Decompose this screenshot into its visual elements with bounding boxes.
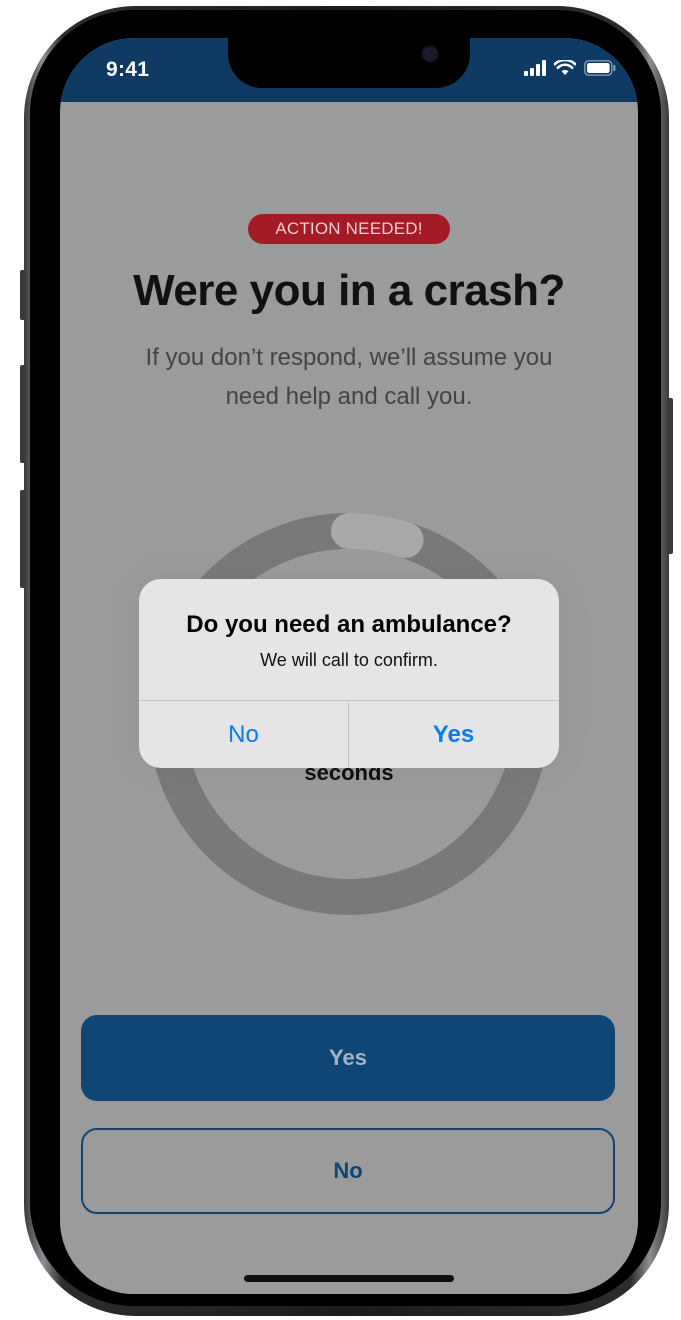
power-button [667,398,673,554]
volume-up-button [20,365,26,463]
no-button[interactable]: No [81,1128,615,1214]
alert-message: We will call to confirm. [260,650,438,670]
silent-switch [20,270,26,320]
home-indicator[interactable] [244,1275,454,1282]
phone-screen: 9:41 ACTION NEEDED! Were you in a crash?… [60,38,638,1294]
yes-button[interactable]: Yes [81,1015,615,1101]
alert-yes-button[interactable]: Yes [349,701,558,768]
ambulance-alert-dialog: Do you need an ambulance? We will call t… [139,579,559,768]
volume-down-button [20,490,26,588]
alert-no-button[interactable]: No [139,701,348,768]
alert-title: Do you need an ambulance? [186,611,512,638]
